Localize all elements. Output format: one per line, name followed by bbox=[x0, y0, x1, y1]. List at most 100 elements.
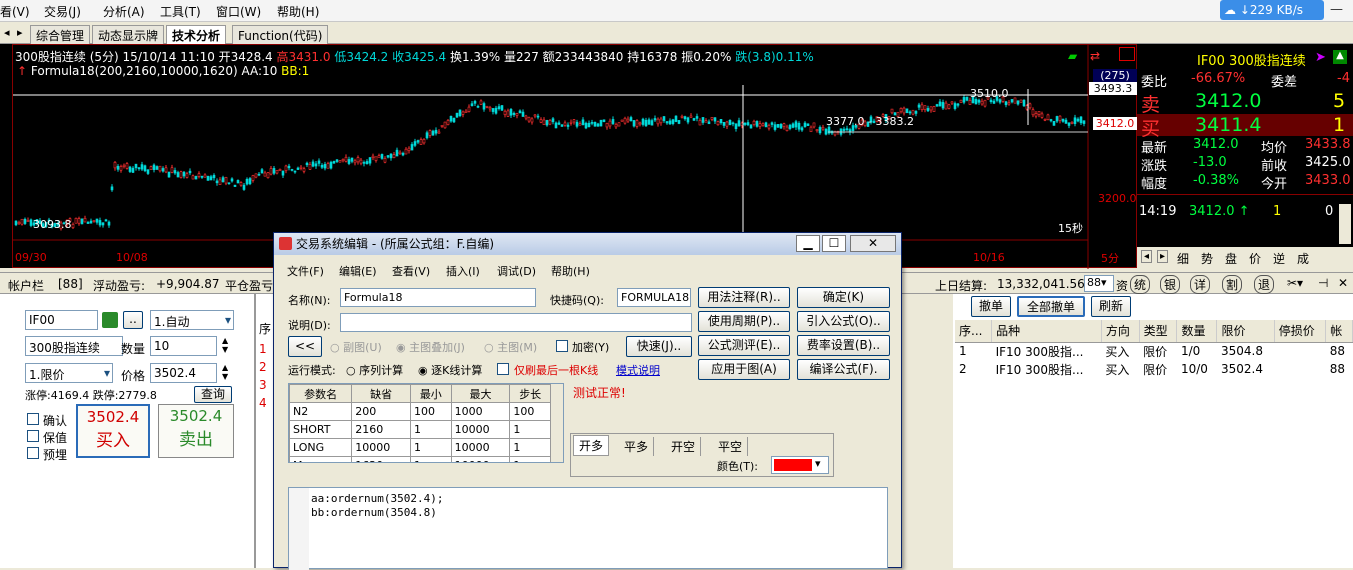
formula-code-editor[interactable]: aa:ordernum(3502.4); bb:ordernum(3504.8) bbox=[288, 487, 888, 570]
shortcut-code-input[interactable]: FORMULA18 bbox=[617, 288, 691, 307]
menu-help[interactable]: 帮助(H) bbox=[277, 3, 319, 20]
chart-move-icon[interactable]: ⇄ bbox=[1090, 49, 1100, 63]
mode-help-link[interactable]: 模式说明 bbox=[616, 362, 660, 378]
tab-function-code[interactable]: Function(代码) bbox=[232, 25, 329, 44]
import-formula-button[interactable]: 引入公式(O).. bbox=[797, 311, 890, 332]
dialog-close-icon[interactable]: ✕ bbox=[850, 235, 896, 252]
tab-open-short[interactable]: 开空 bbox=[666, 437, 702, 456]
quote-tab-price[interactable]: 价 bbox=[1249, 250, 1261, 267]
menu-window[interactable]: 窗口(W) bbox=[216, 3, 261, 20]
close-icon[interactable]: ✕ bbox=[1338, 276, 1348, 290]
sell-button[interactable]: 3502.4 卖出 bbox=[158, 404, 234, 458]
cancel-order-button[interactable]: 撤单 bbox=[971, 296, 1011, 317]
col-qty[interactable]: 数量 bbox=[1176, 320, 1218, 343]
tab-scroll-left-icon[interactable]: ◂ bbox=[4, 26, 10, 39]
quote-tab-deals[interactable]: 成 bbox=[1297, 250, 1309, 267]
dmenu-debug[interactable]: 调试(D) bbox=[497, 263, 536, 279]
col-product[interactable]: 品种 bbox=[991, 320, 1102, 343]
sub-chart-radio[interactable]: ○ 副图(U) bbox=[330, 339, 382, 355]
dmenu-help[interactable]: 帮助(H) bbox=[551, 263, 590, 279]
menu-analysis[interactable]: 分析(A) bbox=[103, 3, 145, 20]
buy-button[interactable]: 3502.4 买入 bbox=[76, 404, 150, 458]
price-input[interactable]: 3502.4 bbox=[150, 363, 217, 383]
col-direction[interactable]: 方向 bbox=[1101, 320, 1140, 343]
compile-formula-button[interactable]: 编译公式(F). bbox=[797, 359, 890, 380]
pin-icon[interactable]: ⊣ bbox=[1318, 276, 1328, 290]
browse-button[interactable]: .. bbox=[123, 311, 143, 329]
quote-tab-reverse[interactable]: 逆 bbox=[1273, 250, 1285, 267]
fast-button[interactable]: 快速(J).. bbox=[626, 336, 692, 357]
tab-close-short[interactable]: 平空 bbox=[713, 437, 749, 456]
quote-tab-left-icon[interactable]: ◂ bbox=[1141, 250, 1153, 263]
quote-expand-icon[interactable]: ▲ bbox=[1333, 50, 1347, 64]
encrypt-checkbox[interactable] bbox=[556, 340, 568, 352]
quote-tab-detail[interactable]: 细 bbox=[1177, 250, 1189, 267]
menu-trade[interactable]: 交易(J) bbox=[44, 3, 81, 20]
dmenu-view[interactable]: 查看(V) bbox=[392, 263, 430, 279]
dialog-minimize-icon[interactable]: ▁ bbox=[796, 235, 820, 252]
tab-open-long[interactable]: 开多 bbox=[573, 435, 610, 456]
query-button[interactable]: 查询 bbox=[194, 386, 232, 403]
hedge-checkbox[interactable] bbox=[27, 430, 39, 442]
formula-name-input[interactable]: Formula18 bbox=[340, 288, 536, 307]
qty-input[interactable]: 10 bbox=[150, 336, 217, 356]
tab-dynamic-board[interactable]: 动态显示牌 bbox=[92, 25, 165, 44]
chart-panel-toggle-icon[interactable] bbox=[1119, 47, 1135, 61]
quote-tab-trend[interactable]: 势 bbox=[1201, 250, 1213, 267]
table-row[interactable]: 1 IF10 300股指... 买入 限价 1/0 3504.8 88 bbox=[955, 342, 1353, 360]
price-type-select[interactable]: 1.限价 ▾ bbox=[25, 363, 113, 383]
tools-icon[interactable]: ✂▾ bbox=[1287, 276, 1303, 290]
acct-btn-split[interactable]: 割 bbox=[1222, 275, 1243, 294]
tick-scrollbar[interactable] bbox=[1339, 204, 1351, 244]
menu-view[interactable]: 看(V) bbox=[0, 3, 30, 20]
price-stepper[interactable]: ▲ ▼ bbox=[222, 363, 228, 381]
minimize-icon[interactable]: — bbox=[1330, 2, 1348, 18]
acct-btn-exit[interactable]: 退 bbox=[1254, 275, 1275, 294]
params-vscroll[interactable] bbox=[551, 384, 563, 462]
refresh-button[interactable]: 刷新 bbox=[1091, 296, 1131, 317]
usage-notes-button[interactable]: 用法注释(R).. bbox=[698, 287, 790, 308]
main-chart-radio[interactable]: ○ 主图(M) bbox=[484, 339, 537, 355]
cancel-all-button[interactable]: 全部撤单 bbox=[1017, 296, 1085, 317]
acct-btn-bank[interactable]: 银 bbox=[1160, 275, 1181, 294]
auto-mode-select[interactable]: 1.自动 ▾ bbox=[150, 310, 234, 330]
dmenu-insert[interactable]: 插入(I) bbox=[446, 263, 480, 279]
contract-code-input[interactable]: IF00 bbox=[25, 310, 98, 330]
use-period-button[interactable]: 使用周期(P).. bbox=[698, 311, 790, 332]
tab-scroll-right-icon[interactable]: ▸ bbox=[17, 26, 23, 39]
serial-calc-radio[interactable]: ○ 序列计算 bbox=[346, 362, 403, 378]
per-bar-calc-radio[interactable]: ◉ 逐K线计算 bbox=[418, 362, 482, 378]
quote-pin-icon[interactable]: ➤ bbox=[1315, 50, 1326, 65]
lock-icon[interactable] bbox=[102, 312, 118, 328]
confirm-checkbox[interactable] bbox=[27, 413, 39, 425]
acct-btn-stats[interactable]: 统 bbox=[1130, 275, 1151, 294]
params-grid[interactable]: 参数名 缺省 最小 最大 步长 N2 200 100 1000 100 SHORT 2160 1 10… bbox=[288, 383, 564, 463]
description-input[interactable] bbox=[340, 313, 692, 332]
tab-close-long[interactable]: 平多 bbox=[619, 437, 655, 456]
col-limit[interactable]: 限价 bbox=[1216, 320, 1275, 343]
formula-test-button[interactable]: 公式测评(E).. bbox=[698, 335, 790, 356]
col-type[interactable]: 类型 bbox=[1139, 320, 1178, 343]
dialog-maximize-icon[interactable]: ☐ bbox=[822, 235, 846, 252]
dialog-titlebar[interactable]: 交易系统编辑 - (所属公式组：F.自编) ▁ ☐ ✕ bbox=[274, 233, 901, 255]
fee-settings-button[interactable]: 费率设置(B).. bbox=[797, 335, 890, 356]
apply-to-chart-button[interactable]: 应用于图(A) bbox=[698, 359, 790, 380]
account-select[interactable]: 88▾ bbox=[1084, 275, 1114, 292]
quote-tab-book[interactable]: 盘 bbox=[1225, 250, 1237, 267]
chart-tool-icon[interactable]: ▰ bbox=[1068, 49, 1077, 63]
qty-stepper[interactable]: ▲ ▼ bbox=[222, 336, 228, 354]
ok-button[interactable]: 确定(K) bbox=[797, 287, 890, 308]
menu-tools[interactable]: 工具(T) bbox=[160, 3, 201, 20]
tab-overview[interactable]: 综合管理 bbox=[30, 25, 91, 44]
acct-btn-funds[interactable]: 资 bbox=[1116, 277, 1128, 294]
col-seq[interactable]: 序... bbox=[955, 320, 993, 343]
col-account[interactable]: 帐 bbox=[1325, 320, 1353, 343]
dmenu-edit[interactable]: 编辑(E) bbox=[339, 263, 377, 279]
acct-btn-detail[interactable]: 详 bbox=[1190, 275, 1211, 294]
table-row[interactable]: 2 IF10 300股指... 买入 限价 10/0 3502.4 88 bbox=[955, 360, 1353, 378]
main-overlay-radio[interactable]: ◉ 主图叠加(J) bbox=[396, 339, 465, 355]
preset-checkbox[interactable] bbox=[27, 447, 39, 459]
color-picker[interactable]: ▾ bbox=[771, 456, 829, 474]
quote-tab-right-icon[interactable]: ▸ bbox=[1157, 250, 1169, 263]
col-stop[interactable]: 停损价 bbox=[1274, 320, 1327, 343]
